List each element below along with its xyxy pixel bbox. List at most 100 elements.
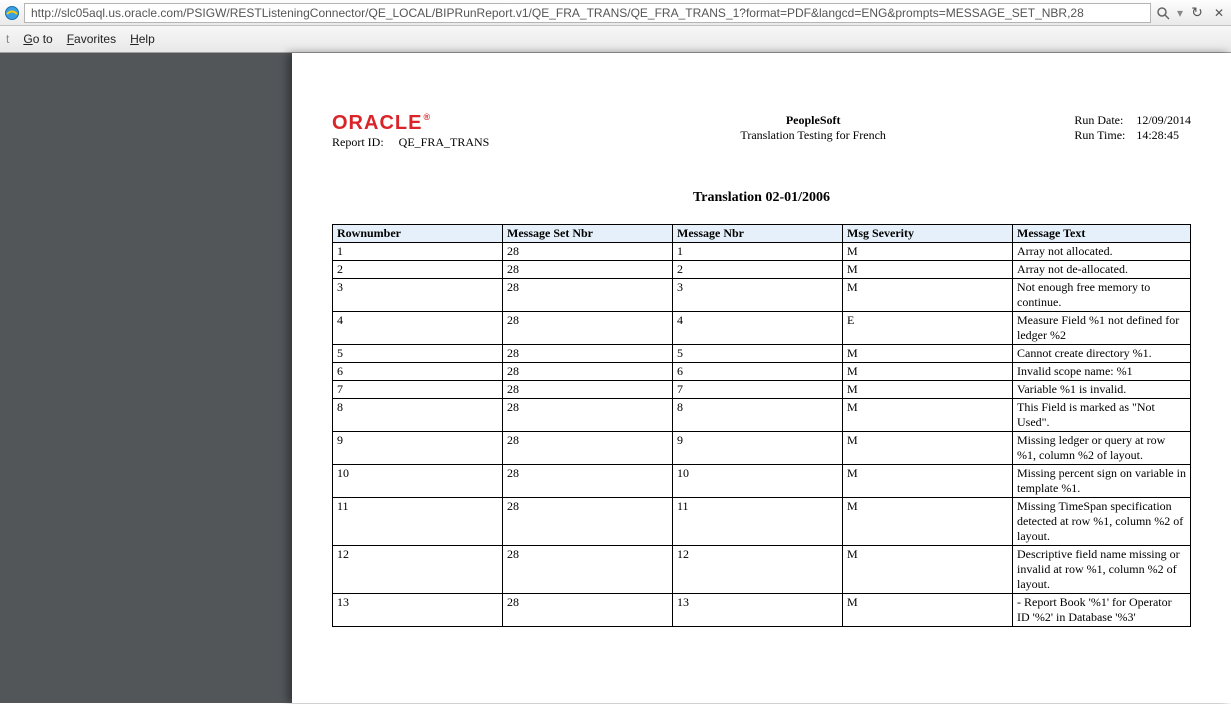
cell: 28 [503,465,673,498]
cell: M [843,399,1013,432]
run-date-label: Run Date: [1074,113,1136,128]
cell: 28 [503,399,673,432]
run-time-value: 14:28:45 [1136,128,1179,142]
table-row: 6286MInvalid scope name: %1 [333,363,1191,381]
cell: 28 [503,381,673,399]
cell: M [843,465,1013,498]
address-bar-buttons: ▾ ↻ ✕ [1155,5,1227,21]
cell: 28 [503,363,673,381]
cell: M [843,363,1013,381]
menu-help[interactable]: Help [130,32,155,46]
pdf-page: ORACLE® Report ID: QE_FRA_TRANS PeopleSo… [292,53,1231,703]
table-row: 4284EMeasure Field %1 not defined for le… [333,312,1191,345]
cell: Invalid scope name: %1 [1013,363,1191,381]
cell: M [843,345,1013,363]
report-id-value: QE_FRA_TRANS [399,135,490,149]
cell: - Report Book '%1' for Operator ID '%2' … [1013,594,1191,627]
cell: This Field is marked as "Not Used". [1013,399,1191,432]
pdf-gray-margin [0,53,292,703]
cell: 4 [333,312,503,345]
cell: 11 [333,498,503,546]
cell: M [843,279,1013,312]
oracle-logo-text: ORACLE [332,112,422,134]
cell: 28 [503,546,673,594]
cell: Measure Field %1 not defined for ledger … [1013,312,1191,345]
ie-icon [4,5,20,21]
menu-goto[interactable]: Go to [23,32,52,46]
cell: 6 [333,363,503,381]
table-row: 1281MArray not allocated. [333,243,1191,261]
report-header-right: Run Date:12/09/2014 Run Time:14:28:45 [1074,113,1191,143]
table-row: 132813M- Report Book '%1' for Operator I… [333,594,1191,627]
table-row: 122812MDescriptive field name missing or… [333,546,1191,594]
cell: 28 [503,243,673,261]
browser-chrome: ▾ ↻ ✕ t Go to Favorites Help [0,0,1231,53]
col-message-text: Message Text [1013,225,1191,243]
cell: M [843,381,1013,399]
cell: 9 [333,432,503,465]
table-body: 1281MArray not allocated.2282MArray not … [333,243,1191,627]
table-row: 9289MMissing ledger or query at row %1, … [333,432,1191,465]
cell: 6 [673,363,843,381]
cell: 1 [333,243,503,261]
search-icon[interactable] [1155,5,1171,21]
cell: 28 [503,345,673,363]
report-id-line: Report ID: QE_FRA_TRANS [332,135,552,150]
cell: Descriptive field name missing or invali… [1013,546,1191,594]
refresh-icon[interactable]: ↻ [1189,5,1205,21]
cell: Variable %1 is invalid. [1013,381,1191,399]
col-message-nbr: Message Nbr [673,225,843,243]
cell: 12 [673,546,843,594]
cell: 8 [673,399,843,432]
cell: 2 [673,261,843,279]
oracle-logo: ORACLE® [332,113,552,133]
table-row: 8288MThis Field is marked as "Not Used". [333,399,1191,432]
stop-icon[interactable]: ✕ [1211,5,1227,21]
cell: E [843,312,1013,345]
cell: 10 [333,465,503,498]
cell: 4 [673,312,843,345]
menu-bar: t Go to Favorites Help [0,26,1231,52]
table-header-row: Rownumber Message Set Nbr Message Nbr Ms… [333,225,1191,243]
table-row: 7287MVariable %1 is invalid. [333,381,1191,399]
cell: 28 [503,279,673,312]
cell: 12 [333,546,503,594]
col-msg-severity: Msg Severity [843,225,1013,243]
col-message-set-nbr: Message Set Nbr [503,225,673,243]
cell: M [843,243,1013,261]
cell: Not enough free memory to continue. [1013,279,1191,312]
cell: 9 [673,432,843,465]
data-table: Rownumber Message Set Nbr Message Nbr Ms… [332,224,1191,627]
registered-icon: ® [423,112,431,122]
report-header-center: PeopleSoft Translation Testing for Frenc… [740,113,885,143]
cell: Missing ledger or query at row %1, colum… [1013,432,1191,465]
cell: 11 [673,498,843,546]
run-date-value: 12/09/2014 [1136,113,1191,127]
cell: 5 [673,345,843,363]
pdf-viewer: ORACLE® Report ID: QE_FRA_TRANS PeopleSo… [0,53,1231,703]
cell: 10 [673,465,843,498]
cell: 5 [333,345,503,363]
cell: 7 [333,381,503,399]
cell: 28 [503,594,673,627]
table-row: 3283MNot enough free memory to continue. [333,279,1191,312]
cell: Missing TimeSpan specification detected … [1013,498,1191,546]
cell: Missing percent sign on variable in temp… [1013,465,1191,498]
cell: 3 [673,279,843,312]
url-input[interactable] [24,3,1151,23]
cell: M [843,261,1013,279]
table-row: 112811MMissing TimeSpan specification de… [333,498,1191,546]
address-bar: ▾ ↻ ✕ [0,0,1231,26]
menu-favorites[interactable]: Favorites [67,32,116,46]
report-id-label: Report ID: [332,135,384,149]
cell: 13 [673,594,843,627]
cell: Array not de-allocated. [1013,261,1191,279]
section-title: Translation 02-01/2006 [332,190,1191,206]
cell: M [843,432,1013,465]
cell: M [843,498,1013,546]
report-subtitle: Translation Testing for French [740,128,885,143]
report-header: ORACLE® Report ID: QE_FRA_TRANS PeopleSo… [332,113,1191,150]
report-header-left: ORACLE® Report ID: QE_FRA_TRANS [332,113,552,150]
cell: 28 [503,432,673,465]
cell: 28 [503,498,673,546]
